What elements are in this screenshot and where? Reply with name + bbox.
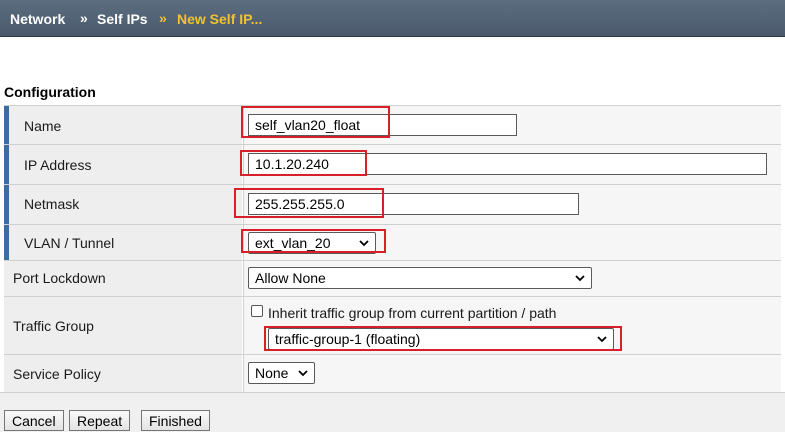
service-policy-label: Service Policy xyxy=(13,366,101,382)
inherit-traffic-group-label: Inherit traffic group from current parti… xyxy=(268,305,557,321)
chevron-down-icon xyxy=(298,370,308,377)
ip-address-input[interactable] xyxy=(248,153,767,175)
breadcrumb: Network » Self IPs » New Self IP... xyxy=(0,0,785,37)
traffic-group-label: Traffic Group xyxy=(13,318,94,334)
ip-address-label: IP Address xyxy=(24,157,92,173)
repeat-button[interactable]: Repeat xyxy=(69,410,131,431)
breadcrumb-separator: » xyxy=(159,10,167,26)
chevron-down-icon xyxy=(575,275,585,282)
vlan-tunnel-select[interactable]: ext_vlan_20 xyxy=(248,232,376,254)
traffic-group-select[interactable]: traffic-group-1 (floating) xyxy=(268,328,614,350)
form-row-vlan-tunnel: VLAN / Tunnel xyxy=(4,224,781,260)
form-row-service-policy: Service Policy xyxy=(4,354,781,392)
breadcrumb-network[interactable]: Network xyxy=(10,11,65,27)
cancel-button[interactable]: Cancel xyxy=(4,410,64,431)
button-bar: Cancel Repeat Finished xyxy=(0,392,785,432)
port-lockdown-value: Allow None xyxy=(255,270,326,286)
breadcrumb-separator: » xyxy=(80,10,88,26)
name-input[interactable] xyxy=(248,114,517,136)
name-label: Name xyxy=(24,118,62,134)
chevron-down-icon xyxy=(359,240,369,247)
breadcrumb-self-ips[interactable]: Self IPs xyxy=(97,11,148,27)
vlan-tunnel-value: ext_vlan_20 xyxy=(255,235,331,251)
service-policy-select[interactable]: None xyxy=(248,362,315,384)
port-lockdown-label: Port Lockdown xyxy=(13,270,106,286)
traffic-group-value: traffic-group-1 (floating) xyxy=(275,331,421,347)
section-title: Configuration xyxy=(4,84,96,100)
netmask-label: Netmask xyxy=(24,196,80,212)
vlan-tunnel-label: VLAN / Tunnel xyxy=(24,235,115,251)
chevron-down-icon xyxy=(597,336,607,343)
finished-button[interactable]: Finished xyxy=(141,410,210,431)
inherit-traffic-group-checkbox[interactable] xyxy=(251,305,263,317)
port-lockdown-select[interactable]: Allow None xyxy=(248,267,592,289)
breadcrumb-current-page: New Self IP... xyxy=(177,11,263,27)
service-policy-value: None xyxy=(255,365,289,381)
netmask-input[interactable] xyxy=(248,193,579,215)
